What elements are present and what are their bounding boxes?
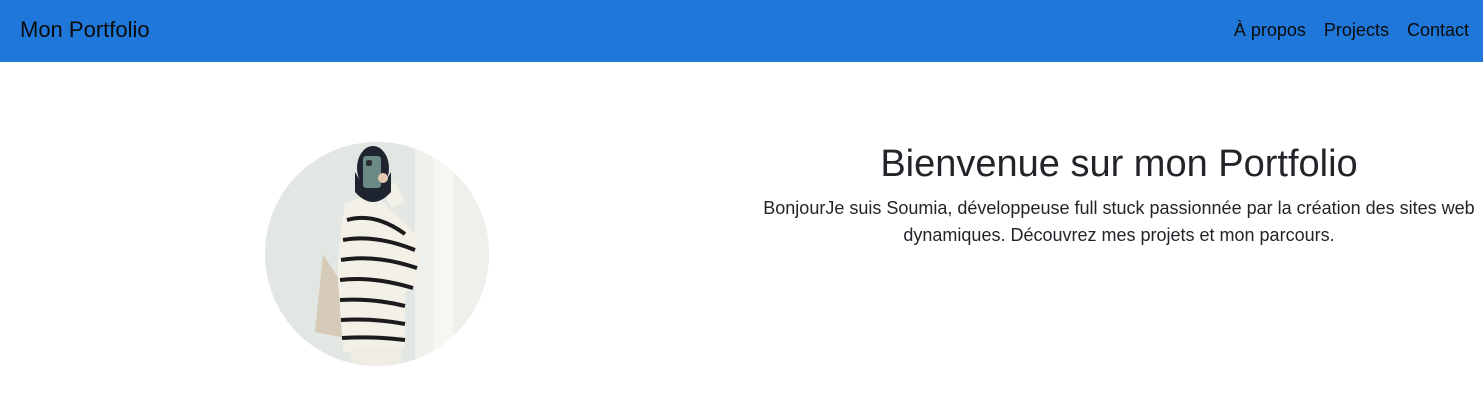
- brand-link[interactable]: Mon Portfolio: [20, 16, 150, 44]
- intro-block: Bienvenue sur mon Portfolio BonjourJe su…: [755, 142, 1483, 249]
- nav-links: À propos Projects Contact: [1234, 19, 1469, 41]
- nav-link-projects[interactable]: Projects: [1324, 19, 1389, 41]
- nav-link-contact[interactable]: Contact: [1407, 19, 1469, 41]
- nav-link-a-propos[interactable]: À propos: [1234, 19, 1306, 41]
- navbar: Mon Portfolio À propos Projects Contact: [0, 0, 1483, 62]
- profile-photo: [265, 142, 489, 366]
- hero-section: Bienvenue sur mon Portfolio BonjourJe su…: [0, 62, 1483, 400]
- hero-description: BonjourJe suis Soumia, développeuse full…: [763, 198, 1475, 245]
- hero-title: Bienvenue sur mon Portfolio: [880, 143, 1358, 185]
- profile-photo-illustration: [265, 142, 489, 366]
